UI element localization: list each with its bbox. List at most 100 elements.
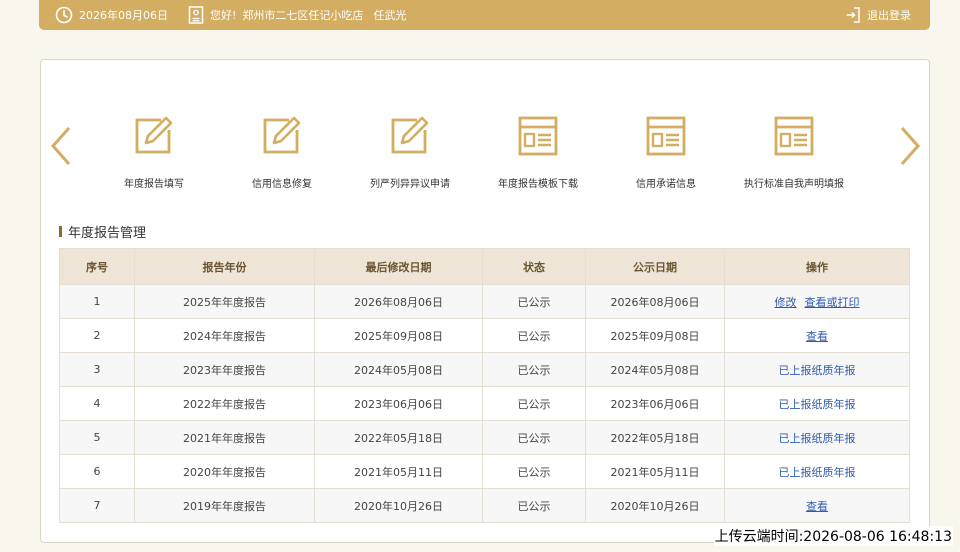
edit-icon — [134, 116, 174, 156]
cell-actions: 查看 — [724, 488, 910, 523]
document-icon — [774, 116, 814, 156]
table-header: 序号 报告年份 最后修改日期 状态 公示日期 操作 — [59, 248, 910, 285]
cell-actions: 已上报纸质年报 — [724, 352, 910, 387]
main-panel: 年度报告填写 信用信息修复 列严列异异议申请 年度报告模板下载 信用承诺信息 执… — [40, 59, 930, 543]
cell-published: 2025年09月08日 — [585, 318, 725, 353]
function-label: 年度报告模板下载 — [498, 179, 578, 190]
table-row: 7 2019年年度报告 2020年10月26日 已公示 2020年10月26日 查看 — [59, 488, 910, 523]
cell-published: 2023年06月06日 — [585, 386, 725, 421]
cell-status: 已公示 — [482, 454, 586, 489]
cell-modified: 2023年06月06日 — [314, 386, 483, 421]
company-name: 郑州市二七区任记小吃店 — [242, 9, 364, 22]
table-header-row: 序号 报告年份 最后修改日期 状态 公示日期 操作 — [59, 248, 910, 285]
table-row: 6 2020年年度报告 2021年05月11日 已公示 2021年05月11日 已上报纸质… — [59, 454, 910, 489]
cell-no: 7 — [59, 488, 135, 523]
logout-button[interactable]: 退出登录 — [845, 0, 911, 30]
action-link[interactable]: 查看 — [806, 330, 828, 343]
table-row: 4 2022年年度报告 2023年06月06日 已公示 2023年06月06日 已上报纸质… — [59, 386, 910, 421]
action-link[interactable]: 已上报纸质年报 — [779, 432, 856, 445]
function-label: 执行标准自我声明填报 — [744, 179, 844, 190]
function-template-download[interactable]: 年度报告模板下载 — [474, 116, 602, 196]
function-label: 年度报告填写 — [124, 179, 184, 190]
date-display: 2026年08月06日 — [55, 0, 168, 30]
cell-actions: 修改 查看或打印 — [724, 284, 910, 319]
cell-published: 2026年08月06日 — [585, 284, 725, 319]
cell-actions: 查看 — [724, 318, 910, 353]
cell-no: 4 — [59, 386, 135, 421]
cell-no: 3 — [59, 352, 135, 387]
column-header: 序号 — [59, 248, 135, 285]
function-credit-repair[interactable]: 信用信息修复 — [218, 116, 346, 196]
column-header: 最后修改日期 — [314, 248, 483, 285]
carousel-prev-button[interactable] — [49, 126, 73, 166]
cell-no: 2 — [59, 318, 135, 353]
person-name: 任武光 — [373, 9, 407, 22]
annual-report-table: 序号 报告年份 最后修改日期 状态 公示日期 操作 1 2025年年度报告 2026… — [59, 248, 910, 523]
user-info: 您好! 郑州市二七区任记小吃店 任武光 — [188, 0, 406, 30]
action-link[interactable]: 修改 — [775, 296, 797, 309]
table-row: 1 2025年年度报告 2026年08月06日 已公示 2026年08月06日 修改 查看或… — [59, 284, 910, 319]
cell-status: 已公示 — [482, 420, 586, 455]
cell-status: 已公示 — [482, 386, 586, 421]
action-link[interactable]: 已上报纸质年报 — [779, 364, 856, 377]
document-icon — [518, 116, 558, 156]
table-row: 2 2024年年度报告 2025年09月08日 已公示 2025年09月08日 查看 — [59, 318, 910, 353]
cell-year: 2025年年度报告 — [134, 284, 315, 319]
cell-year: 2021年年度报告 — [134, 420, 315, 455]
action-link[interactable]: 查看 — [806, 500, 828, 513]
top-bar: 2026年08月06日 您好! 郑州市二七区任记小吃店 任武光 退出登录 — [39, 0, 930, 30]
function-label: 列严列异异议申请 — [370, 179, 450, 190]
action-link[interactable]: 已上报纸质年报 — [779, 398, 856, 411]
column-header: 报告年份 — [134, 248, 315, 285]
table-row: 5 2021年年度报告 2022年05月18日 已公示 2022年05月18日 已上报纸质… — [59, 420, 910, 455]
document-icon — [646, 116, 686, 156]
function-objection-apply[interactable]: 列严列异异议申请 — [346, 116, 474, 196]
cell-no: 1 — [59, 284, 135, 319]
function-credit-commitment[interactable]: 信用承诺信息 — [602, 116, 730, 196]
user-card-icon — [188, 6, 204, 24]
column-header: 状态 — [482, 248, 586, 285]
cell-actions: 已上报纸质年报 — [724, 420, 910, 455]
section-marker — [59, 225, 62, 237]
cell-modified: 2021年05月11日 — [314, 454, 483, 489]
section-title-text: 年度报告管理 — [68, 225, 147, 241]
cell-year: 2024年年度报告 — [134, 318, 315, 353]
function-label: 信用承诺信息 — [636, 179, 696, 190]
current-date: 2026年08月06日 — [79, 9, 168, 22]
cell-year: 2020年年度报告 — [134, 454, 315, 489]
function-label: 信用信息修复 — [252, 179, 312, 190]
cell-modified: 2024年05月08日 — [314, 352, 483, 387]
cell-modified: 2020年10月26日 — [314, 488, 483, 523]
cell-actions: 已上报纸质年报 — [724, 454, 910, 489]
cell-published: 2021年05月11日 — [585, 454, 725, 489]
cell-status: 已公示 — [482, 488, 586, 523]
cell-published: 2020年10月26日 — [585, 488, 725, 523]
clock-icon — [55, 6, 73, 24]
function-annual-report-fill[interactable]: 年度报告填写 — [90, 116, 218, 196]
cell-published: 2024年05月08日 — [585, 352, 725, 387]
cell-year: 2022年年度报告 — [134, 386, 315, 421]
cell-no: 5 — [59, 420, 135, 455]
cell-actions: 已上报纸质年报 — [724, 386, 910, 421]
chevron-left-icon — [50, 127, 71, 165]
table-body: 1 2025年年度报告 2026年08月06日 已公示 2026年08月06日 修改 查看或… — [59, 284, 910, 523]
column-header: 公示日期 — [585, 248, 725, 285]
greeting-text: 您好! — [210, 9, 237, 22]
chevron-right-icon — [900, 127, 921, 165]
cell-status: 已公示 — [482, 352, 586, 387]
cell-modified: 2025年09月08日 — [314, 318, 483, 353]
action-link[interactable]: 已上报纸质年报 — [779, 466, 856, 479]
cell-modified: 2022年05月18日 — [314, 420, 483, 455]
table-row: 3 2023年年度报告 2024年05月08日 已公示 2024年05月08日 已上报纸质… — [59, 352, 910, 387]
function-standard-declaration[interactable]: 执行标准自我声明填报 — [730, 116, 858, 196]
action-link[interactable]: 查看或打印 — [805, 296, 860, 309]
cell-published: 2022年05月18日 — [585, 420, 725, 455]
cell-modified: 2026年08月06日 — [314, 284, 483, 319]
cell-status: 已公示 — [482, 284, 586, 319]
carousel-next-button[interactable] — [898, 126, 922, 166]
column-header: 操作 — [724, 248, 910, 285]
cell-status: 已公示 — [482, 318, 586, 353]
edit-icon — [262, 116, 302, 156]
section-title: 年度报告管理 — [59, 222, 147, 241]
cell-year: 2023年年度报告 — [134, 352, 315, 387]
